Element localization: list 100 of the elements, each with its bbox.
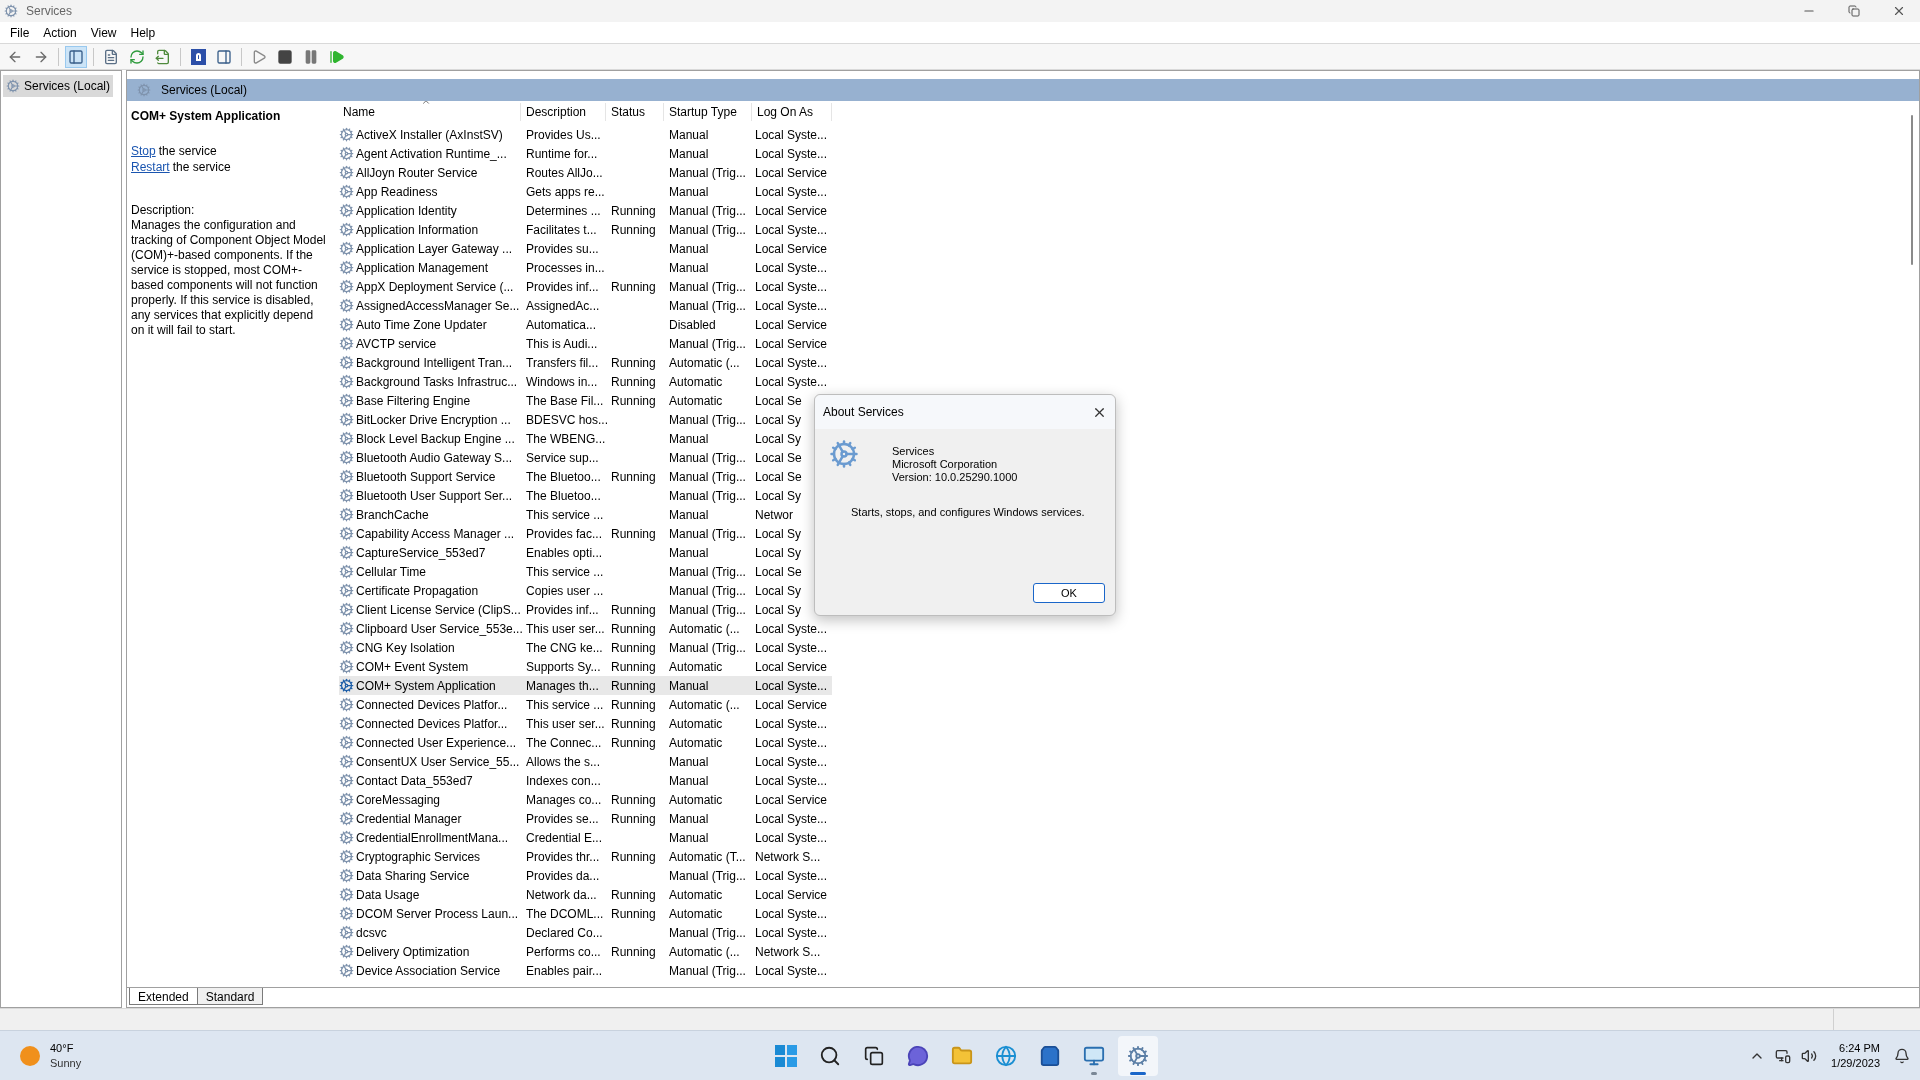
- startup-type-cell: Manual: [669, 146, 709, 161]
- startup-type-cell: Automatic: [669, 659, 723, 674]
- name-cell-text: Bluetooth Audio Gateway S...: [356, 449, 513, 467]
- startup-type-cell: Manual: [669, 260, 709, 275]
- description-cell: Windows in...: [526, 374, 598, 389]
- description-cell: Performs co...: [526, 944, 601, 959]
- description-cell: The DCOML...: [526, 906, 604, 921]
- log-on-as-cell: Local Syste...: [755, 146, 828, 161]
- startup-type-cell: Manual (Trig...: [669, 165, 746, 180]
- log-on-as-cell: Local Syste...: [755, 260, 828, 275]
- status-cell: Running: [611, 640, 656, 655]
- status-cell: Running: [611, 374, 656, 389]
- description-cell: Manages th...: [526, 678, 599, 693]
- startup-type-cell: Automatic (...: [669, 944, 740, 959]
- startup-type-cell: Automatic (...: [669, 621, 740, 636]
- log-on-as-cell: Local Syste...: [755, 621, 828, 636]
- status-cell: Running: [611, 735, 656, 750]
- startup-type-cell: Automatic: [669, 374, 723, 389]
- log-on-as-cell: Local Sy: [755, 412, 802, 427]
- name-cell-text: Background Tasks Infrastruc...: [356, 373, 518, 391]
- startup-type-cell: Manual (Trig...: [669, 412, 746, 427]
- log-on-as-cell: Local Syste...: [755, 298, 828, 313]
- name-cell-text: AppX Deployment Service (...: [356, 278, 514, 296]
- description-cell: Gets apps re...: [526, 184, 605, 199]
- log-on-as-cell: Local Syste...: [755, 716, 828, 731]
- startup-type-cell: Automatic: [669, 906, 723, 921]
- startup-type-cell: Manual (Trig...: [669, 925, 746, 940]
- startup-type-cell: Automatic: [669, 792, 723, 807]
- startup-type-cell: Manual: [669, 811, 709, 826]
- log-on-as-cell: Local Sy: [755, 431, 802, 446]
- startup-type-cell: Disabled: [669, 317, 716, 332]
- description-cell: The Connec...: [526, 735, 602, 750]
- name-cell-text: Application Information: [356, 221, 479, 239]
- name-cell-text: Contact Data_553ed7: [356, 772, 473, 790]
- description-cell: Credential E...: [526, 830, 603, 845]
- status-cell: Running: [611, 716, 656, 731]
- name-cell-text: CaptureService_553ed7: [356, 544, 486, 562]
- name-cell-text: ConsentUX User Service_55...: [356, 753, 520, 771]
- description-cell: Enables pair...: [526, 963, 603, 978]
- log-on-as-cell: Local Syste...: [755, 184, 828, 199]
- log-on-as-cell: Local Service: [755, 697, 828, 712]
- startup-type-cell: Manual (Trig...: [669, 279, 746, 294]
- name-cell-text: COM+ System Application: [356, 677, 496, 695]
- name-cell-text: DCOM Server Process Laun...: [356, 905, 519, 923]
- description-cell: Determines ...: [526, 203, 601, 218]
- description-cell: The Bluetoo...: [526, 469, 601, 484]
- status-cell: Running: [611, 621, 656, 636]
- description-cell: Provides se...: [526, 811, 599, 826]
- log-on-as-cell: Local Service: [755, 165, 828, 180]
- name-cell-text: CoreMessaging: [356, 791, 441, 809]
- name-cell-text: Credential Manager: [356, 810, 462, 828]
- status-cell: Running: [611, 393, 656, 408]
- status-cell: Running: [611, 697, 656, 712]
- log-on-as-cell: Local Service: [755, 887, 828, 902]
- startup-type-cell: Automatic: [669, 735, 723, 750]
- dialog-title: About Services: [823, 404, 904, 421]
- description-cell: Provides inf...: [526, 602, 599, 617]
- startup-type-cell: Manual (Trig...: [669, 469, 746, 484]
- name-cell-text: Application Layer Gateway ...: [356, 240, 513, 258]
- log-on-as-cell: Local Syste...: [755, 374, 828, 389]
- description-cell: Network da...: [526, 887, 597, 902]
- name-cell-text: Data Usage: [356, 886, 420, 904]
- description-cell: Facilitates t...: [526, 222, 597, 237]
- name-cell-text: CNG Key Isolation: [356, 639, 455, 657]
- name-cell-text: COM+ Event System: [356, 658, 469, 676]
- status-cell: Running: [611, 906, 656, 921]
- name-cell-text: Bluetooth User Support Ser...: [356, 487, 513, 505]
- description-cell: Service sup...: [526, 450, 599, 465]
- startup-type-cell: Manual: [669, 184, 709, 199]
- startup-type-cell: Manual (Trig...: [669, 602, 746, 617]
- status-cell: Running: [611, 811, 656, 826]
- status-cell: Running: [611, 469, 656, 484]
- status-cell: Running: [611, 944, 656, 959]
- description-cell: This service ...: [526, 697, 604, 712]
- name-cell-text: Delivery Optimization: [356, 943, 470, 961]
- description-cell: This service ...: [526, 507, 604, 522]
- log-on-as-cell: Local Sy: [755, 526, 802, 541]
- description-cell: Provides inf...: [526, 279, 599, 294]
- log-on-as-cell: Local Syste...: [755, 754, 828, 769]
- name-cell-text: Background Intelligent Tran...: [356, 354, 513, 372]
- name-cell-text: Capability Access Manager ...: [356, 525, 515, 543]
- log-on-as-cell: Local Se: [755, 564, 802, 579]
- name-cell-text: AVCTP service: [356, 335, 437, 353]
- log-on-as-cell: Local Syste...: [755, 640, 828, 655]
- description-cell: This user ser...: [526, 716, 605, 731]
- action-text: the service: [158, 143, 217, 159]
- service-description: Manages the configuration and tracking of Component Object Model (COM)+-based components. If the service is stopped, most COM+-based components will not function properly. If this service is disabled, any services that explicitly depend on it will fail to start.: [131, 218, 327, 338]
- description-cell: Provides fac...: [526, 526, 603, 541]
- log-on-as-cell: Network S...: [755, 849, 821, 864]
- description-cell: Declared Co...: [526, 925, 603, 940]
- log-on-as-cell: Local Sy: [755, 488, 802, 503]
- startup-type-cell: Manual: [669, 241, 709, 256]
- startup-type-cell: Manual (Trig...: [669, 640, 746, 655]
- startup-type-cell: Automatic (T...: [669, 849, 746, 864]
- startup-type-cell: Manual (Trig...: [669, 203, 746, 218]
- service-title: COM+ System Application: [131, 108, 282, 125]
- log-on-as-cell: Local Syste...: [755, 127, 828, 142]
- name-cell-text: AllJoyn Router Service: [356, 164, 478, 182]
- name-cell-text: Connected Devices Platfor...: [356, 715, 508, 733]
- name-cell-text: dcsvc: [356, 924, 387, 942]
